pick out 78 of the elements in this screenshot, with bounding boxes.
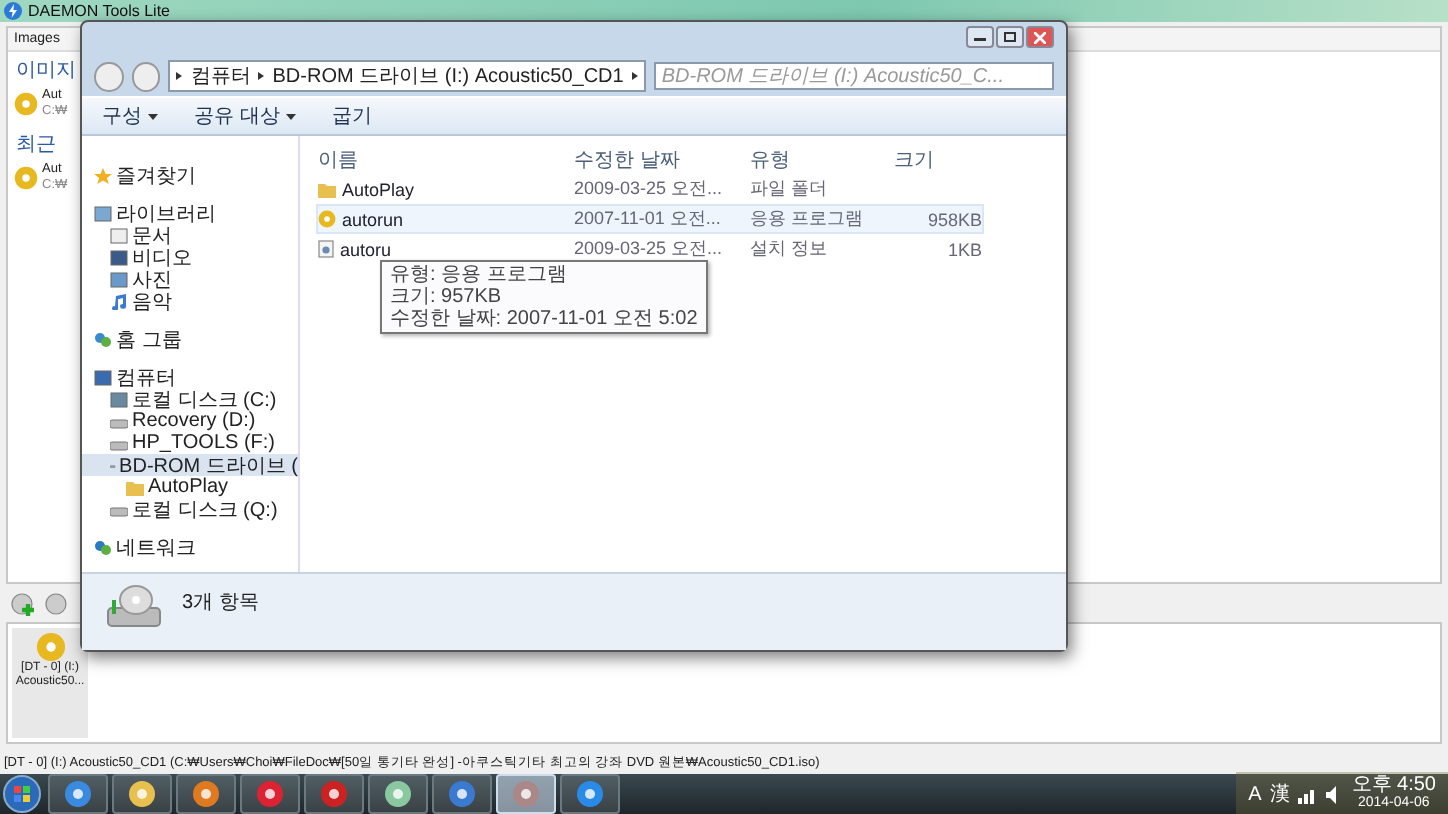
file-name: autorun [342,209,404,229]
disc-icon [14,166,38,190]
nav-item[interactable]: 라이브러리 [82,202,298,224]
minimize-button[interactable] [966,26,994,48]
group-heading: 최근 [16,132,56,158]
homegroup-icon [94,331,112,347]
nav-item[interactable]: 문서 [82,224,298,246]
nav-item[interactable]: 네트워크 [82,536,298,558]
breadcrumb[interactable]: BD-ROM 드라이브 (I:) Acoustic50_CD1 [272,62,624,90]
start-button[interactable] [0,774,44,814]
nav-item[interactable]: 즐겨찾기 [82,164,298,186]
file-row[interactable]: autoru 2009-03-25 오전... 설치 정보 1KB [316,234,984,264]
table-cell-text: 응용 프로그램 [750,206,866,232]
nav-item[interactable]: 로컬 디스크 (Q:) [82,498,298,520]
taskbar-app[interactable] [368,774,428,814]
file-name: AutoPlay [342,179,415,199]
item-count: 3개 항목 [182,590,259,616]
nav-item[interactable]: 컴퓨터 [82,366,298,388]
maximize-icon [1004,32,1016,42]
taskbar-app[interactable] [560,774,620,814]
close-icon [1034,31,1046,43]
table-cell-text: 설치 정보 [750,236,830,262]
taskbar-app[interactable] [432,774,492,814]
file-row[interactable]: AutoPlay 2009-03-25 오전... 파일 폴더 [316,174,984,204]
taskbar-app[interactable] [176,774,236,814]
nav-item[interactable]: 로컬 디스크 (C:) [82,388,298,410]
nav-item[interactable]: 비디오 [82,246,298,268]
table-cell-text: 파일 폴더 [750,176,830,202]
tray-indicator[interactable]: A [1248,783,1262,805]
nav-item[interactable]: 사진 [82,268,298,290]
add-drive-icon[interactable] [10,592,38,618]
window-title: DAEMON Tools Lite [28,2,170,20]
column-header[interactable]: 유형 [750,146,894,174]
address-bar[interactable]: 컴퓨터 BD-ROM 드라이브 (I:) Acoustic50_CD1 [168,60,646,92]
disc-icon [14,92,38,116]
disc-icon [35,632,65,662]
maximize-button[interactable] [996,26,1024,48]
nav-item[interactable]: HP_TOOLS (F:) [82,432,298,454]
table-cell-text: 958KB [925,209,982,229]
table-cell-text: 2009-03-25 오전... [574,176,725,202]
nav-item[interactable]: 음악 [82,290,298,312]
tray-indicator[interactable]: 漢 [1269,780,1290,808]
table-cell-text: 2007-11-01 오전... [574,206,723,232]
signal-icon[interactable] [1297,785,1318,803]
search-field[interactable]: BD-ROM 드라이브 (I:) Acoustic50_C... [653,62,1055,90]
network-icon [94,539,112,555]
toolbar-button[interactable]: 구성 [102,102,158,130]
nav-item[interactable]: 홈 그룹 [82,328,298,350]
settings-file-icon [318,240,334,258]
column-header[interactable]: 크기 [894,146,982,174]
tooltip-line: 크기: 957KB [390,286,504,308]
breadcrumb[interactable]: 컴퓨터 [190,62,251,90]
disc-drive-icon [106,582,162,630]
close-button[interactable] [1026,26,1054,48]
nav-item[interactable]: AutoPlay [82,476,298,498]
nav-item[interactable]: Recovery (D:) [82,410,298,432]
taskbar-app[interactable] [304,774,364,814]
file-name: autoru [340,239,392,259]
tooltip-line: 수정한 날짜: 2007-11-01 오전 5:02 [390,308,698,330]
disc-icon [318,210,336,228]
column-header[interactable]: 이름 [318,146,574,174]
music-icon [110,293,128,309]
taskbar-app[interactable] [240,774,300,814]
file-row[interactable]: autorun 2007-11-01 오전... 응용 프로그램 958KB [316,204,984,234]
taskbar-app[interactable] [48,774,108,814]
caret-icon [285,113,296,119]
table-cell-text: 2009-03-25 오전... [574,236,725,262]
tooltip-line: 유형: 응용 프로그램 [390,264,569,286]
caret-icon [148,113,158,119]
toolbar-button[interactable]: 굽기 [331,102,372,130]
group-heading: 이미지 [16,58,76,84]
minimize-icon [974,33,986,41]
column-header[interactable]: 수정한 날짜 [574,146,750,174]
taskbar-app[interactable] [112,774,172,814]
star-icon [94,167,112,183]
table-cell-text: 1KB [945,239,982,259]
toolbar-button[interactable]: 공유 대상 [194,102,296,130]
nav-item[interactable]: BD-ROM 드라이브 ( [82,454,298,476]
